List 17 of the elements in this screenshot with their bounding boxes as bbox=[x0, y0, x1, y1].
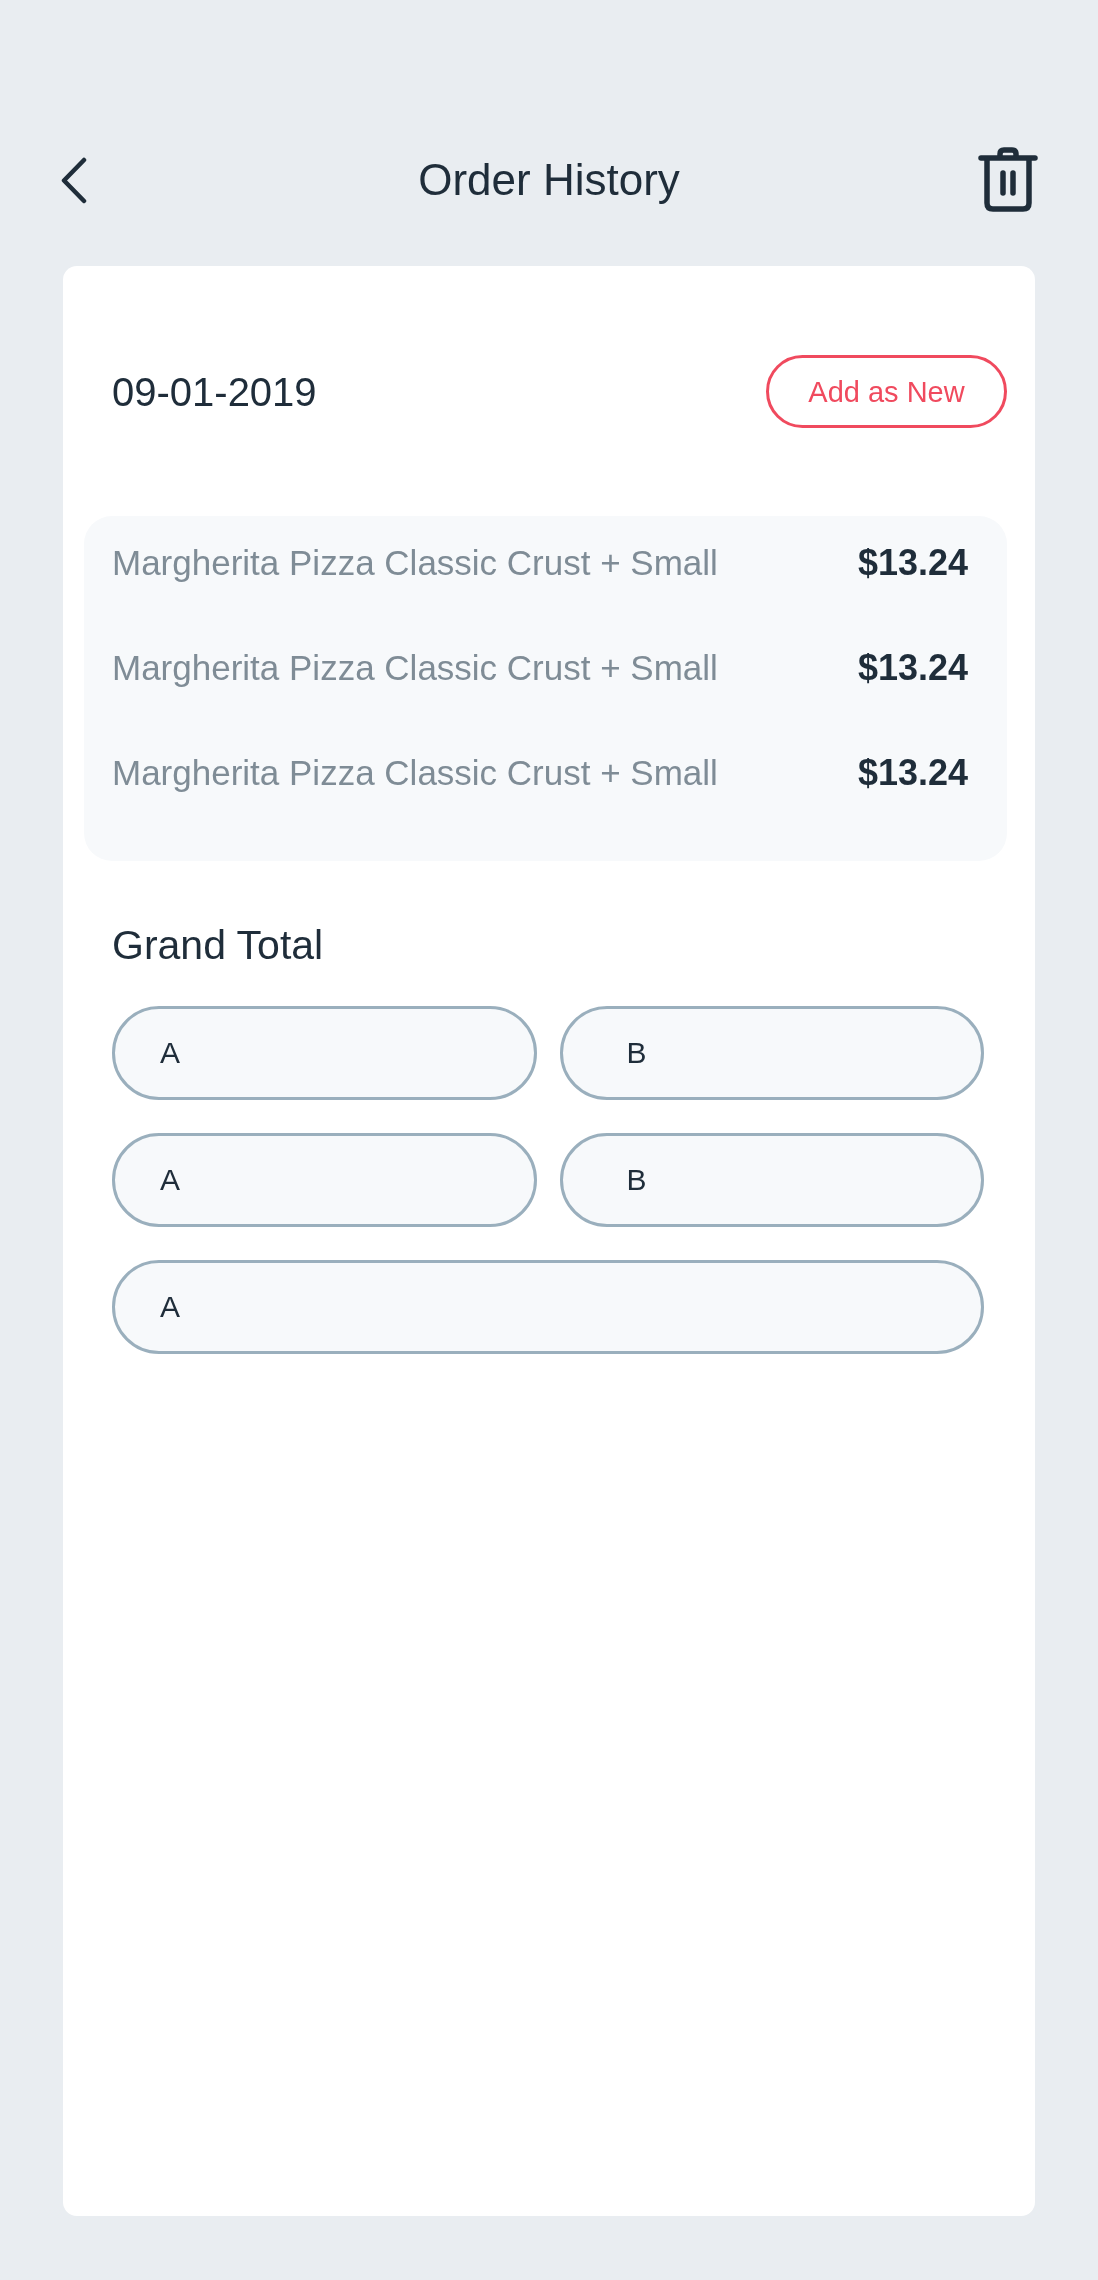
order-date: 09-01-2019 bbox=[112, 368, 317, 416]
text-field[interactable]: B bbox=[559, 1133, 984, 1227]
item-name: Margherita Pizza Classic Crust + Small bbox=[112, 543, 718, 583]
text-field[interactable]: A bbox=[112, 1260, 984, 1354]
grand-total-label: Grand Total bbox=[112, 925, 324, 965]
back-icon[interactable] bbox=[60, 156, 88, 204]
add-as-new-button[interactable]: Add as New bbox=[766, 355, 1007, 428]
item-price: $13.24 bbox=[857, 753, 968, 793]
text-field[interactable]: A bbox=[112, 1133, 537, 1227]
item-price: $13.24 bbox=[857, 543, 968, 583]
item-name: Margherita Pizza Classic Crust + Small bbox=[112, 648, 718, 688]
item-name: Margherita Pizza Classic Crust + Small bbox=[112, 753, 718, 793]
page-title: Order History bbox=[418, 154, 680, 206]
text-field[interactable]: B bbox=[559, 1006, 984, 1100]
item-price: $13.24 bbox=[857, 648, 968, 688]
trash-icon[interactable] bbox=[978, 147, 1038, 213]
text-field[interactable]: A bbox=[112, 1006, 537, 1100]
